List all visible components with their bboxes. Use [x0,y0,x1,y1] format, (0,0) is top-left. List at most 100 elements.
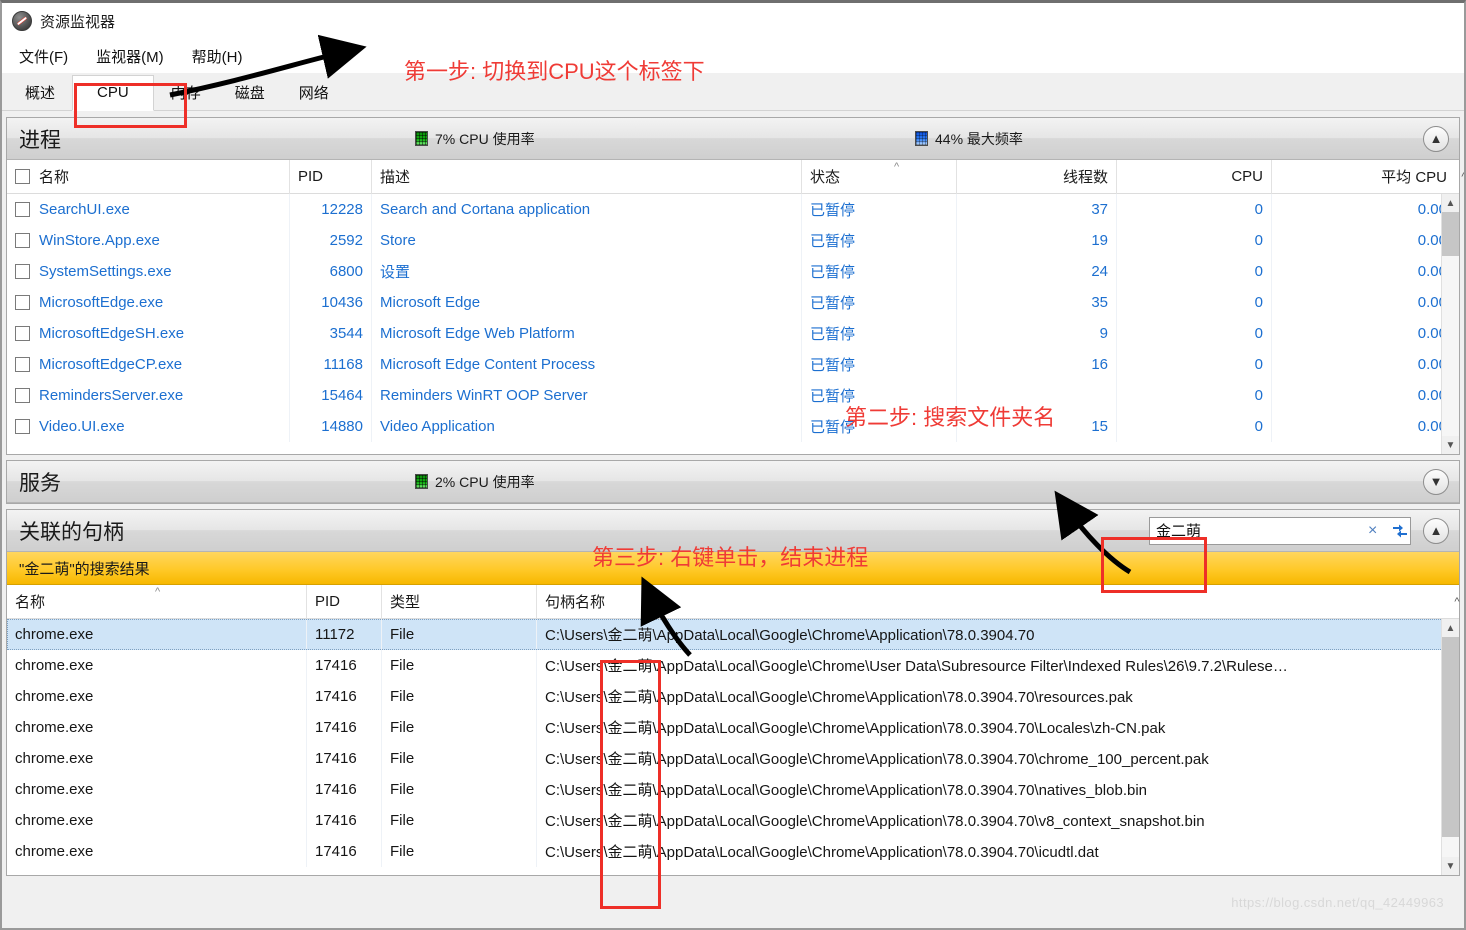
process-cpu: 0 [1117,380,1272,411]
row-checkbox[interactable] [15,388,30,403]
table-row[interactable]: chrome.exe 17416 File C:\Users\金二萌\AppData\… [7,743,1459,774]
col-threads[interactable]: 线程数 [957,159,1117,194]
process-avg-cpu: 0.00 [1417,232,1447,249]
services-panel: 服务 2% CPU 使用率 ▼ [6,460,1460,504]
chevron-down-icon[interactable]: ▼ [1423,468,1449,495]
col-status[interactable]: 状态 ^ [802,159,957,194]
cpu-usage-label: 7% CPU 使用率 [435,130,535,147]
process-description: Microsoft Edge Content Process [372,349,802,380]
tab-overview[interactable]: 概述 [8,74,72,111]
resource-monitor-window: 资源监视器 文件(F) 监视器(M) 帮助(H) 概述 CPU 内存 磁盘 网络… [0,0,1466,930]
table-row[interactable]: chrome.exe 17416 File C:\Users\金二萌\AppData\… [7,712,1459,743]
handle-process-name: chrome.exe [7,650,307,681]
menu-help[interactable]: 帮助(H) [189,44,246,69]
resource-monitor-icon [12,11,32,31]
menu-monitor[interactable]: 监视器(M) [93,44,167,69]
row-checkbox[interactable] [15,202,30,217]
handles-list: chrome.exe 11172 File C:\Users\金二萌\AppData\… [7,619,1459,875]
process-avg-cpu: 0.00 [1417,325,1447,342]
scroll-down-icon[interactable]: ▼ [1441,857,1459,875]
scroll-up-icon[interactable]: ▲ [1441,194,1459,212]
menu-file[interactable]: 文件(F) [16,44,71,69]
title-bar: 资源监视器 [2,3,1464,39]
chevron-up-icon[interactable]: ▲ [1423,517,1449,544]
tab-memory[interactable]: 内存 [154,74,218,111]
process-threads: 19 [957,225,1117,256]
table-row[interactable]: chrome.exe 17416 File C:\Users\金二萌\AppData\… [7,805,1459,836]
handles-scrollbar[interactable]: ▲ ▼ [1441,619,1459,875]
max-frequency-label: 44% 最大频率 [935,130,1023,147]
handle-pid: 11172 [307,619,382,650]
handle-name: C:\Users\金二萌\AppData\Local\Google\Chrome… [545,689,1133,706]
process-cpu: 0 [1117,349,1272,380]
col-cpu[interactable]: CPU [1117,159,1272,194]
handle-process-name: chrome.exe [7,836,307,867]
table-row[interactable]: SearchUI.exe 12228 Search and Cortana appl… [7,194,1459,225]
table-row[interactable]: SystemSettings.exe 6800 设置 已暂停 24 0 0.00 [7,256,1459,287]
handle-process-name: chrome.exe [7,774,307,805]
row-checkbox[interactable] [15,295,30,310]
search-input[interactable] [1150,518,1361,543]
table-row[interactable]: WinStore.App.exe 2592 Store 已暂停 19 0 0.00 [7,225,1459,256]
process-threads: 9 [957,318,1117,349]
table-row[interactable]: chrome.exe 11172 File C:\Users\金二萌\AppData\… [7,619,1459,650]
handle-process-name: chrome.exe [7,712,307,743]
table-row[interactable]: chrome.exe 17416 File C:\Users\金二萌\AppData\… [7,650,1459,681]
tab-network[interactable]: 网络 [282,74,346,111]
processes-scroll-thumb[interactable] [1441,212,1459,256]
green-swatch-icon [415,131,428,146]
process-description: Microsoft Edge [372,287,802,318]
select-all-checkbox[interactable] [15,169,30,184]
row-checkbox[interactable] [15,326,30,341]
chevron-up-icon[interactable]: ▲ [1423,125,1449,152]
handle-pid: 17416 [307,805,382,836]
table-row[interactable]: MicrosoftEdgeCP.exe 11168 Microsoft Edge C… [7,349,1459,380]
handles-scroll-track[interactable] [1441,637,1459,857]
scroll-up-icon[interactable]: ▲ [1441,619,1459,637]
col-pid[interactable]: PID [290,159,372,194]
services-panel-header[interactable]: 服务 2% CPU 使用率 ▼ [7,461,1459,503]
handle-type: File [382,681,537,712]
sort-ascending-icon: ^ [155,585,161,598]
handles-scroll-thumb[interactable] [1441,637,1459,837]
scroll-down-icon[interactable]: ▼ [1441,436,1459,454]
process-name: SearchUI.exe [39,201,130,218]
handle-col-handle-name[interactable]: 句柄名称 [537,585,1448,619]
processes-scrollbar[interactable]: ▲ ▼ [1441,194,1459,454]
row-checkbox[interactable] [15,419,30,434]
table-row[interactable]: chrome.exe 17416 File C:\Users\金二萌\AppData\… [7,681,1459,712]
row-checkbox[interactable] [15,357,30,372]
handle-pid: 17416 [307,774,382,805]
handle-col-pid[interactable]: PID [307,584,382,619]
process-cpu: 0 [1117,411,1272,442]
table-row[interactable]: chrome.exe 17416 File C:\Users\金二萌\AppData\… [7,774,1459,805]
table-row[interactable]: MicrosoftEdge.exe 10436 Microsoft Edge 已暂停 3… [7,287,1459,318]
process-avg-cpu: 0.00 [1417,387,1447,404]
handle-col-name[interactable]: 名称 ^ [7,584,307,619]
search-refresh-icon[interactable] [1384,523,1416,539]
tab-disk[interactable]: 磁盘 [218,74,282,111]
row-checkbox[interactable] [15,264,30,279]
tab-cpu[interactable]: CPU [72,75,154,111]
processes-list: SearchUI.exe 12228 Search and Cortana appl… [7,194,1459,454]
table-row[interactable]: RemindersServer.exe 15464 Reminders WinRT … [7,380,1459,411]
col-avg-cpu[interactable]: 平均 CPU [1272,160,1455,194]
handle-search-box[interactable]: × [1149,516,1411,545]
col-name[interactable]: 名称 [39,166,69,187]
table-row[interactable]: Video.UI.exe 14880 Video Application 已暂停 15 0… [7,411,1459,442]
process-name: WinStore.App.exe [39,232,160,249]
table-row[interactable]: MicrosoftEdgeSH.exe 3544 Microsoft Edge We… [7,318,1459,349]
handle-col-type[interactable]: 类型 [382,584,537,619]
processes-scroll-track[interactable] [1441,212,1459,436]
processes-panel-header[interactable]: 进程 7% CPU 使用率 44% 最大频率 ▲ [7,118,1459,160]
table-row[interactable]: chrome.exe 17416 File C:\Users\金二萌\AppData\… [7,836,1459,867]
handle-pid: 17416 [307,650,382,681]
process-status: 已暂停 [802,194,957,225]
services-cpu-usage-label: 2% CPU 使用率 [435,473,535,490]
process-pid: 11168 [290,349,372,380]
clear-x-icon[interactable]: × [1361,522,1384,540]
max-frequency-meter: 44% 最大频率 [915,129,1023,149]
row-checkbox[interactable] [15,233,30,248]
process-threads: 37 [957,194,1117,225]
col-desc[interactable]: 描述 [372,159,802,194]
